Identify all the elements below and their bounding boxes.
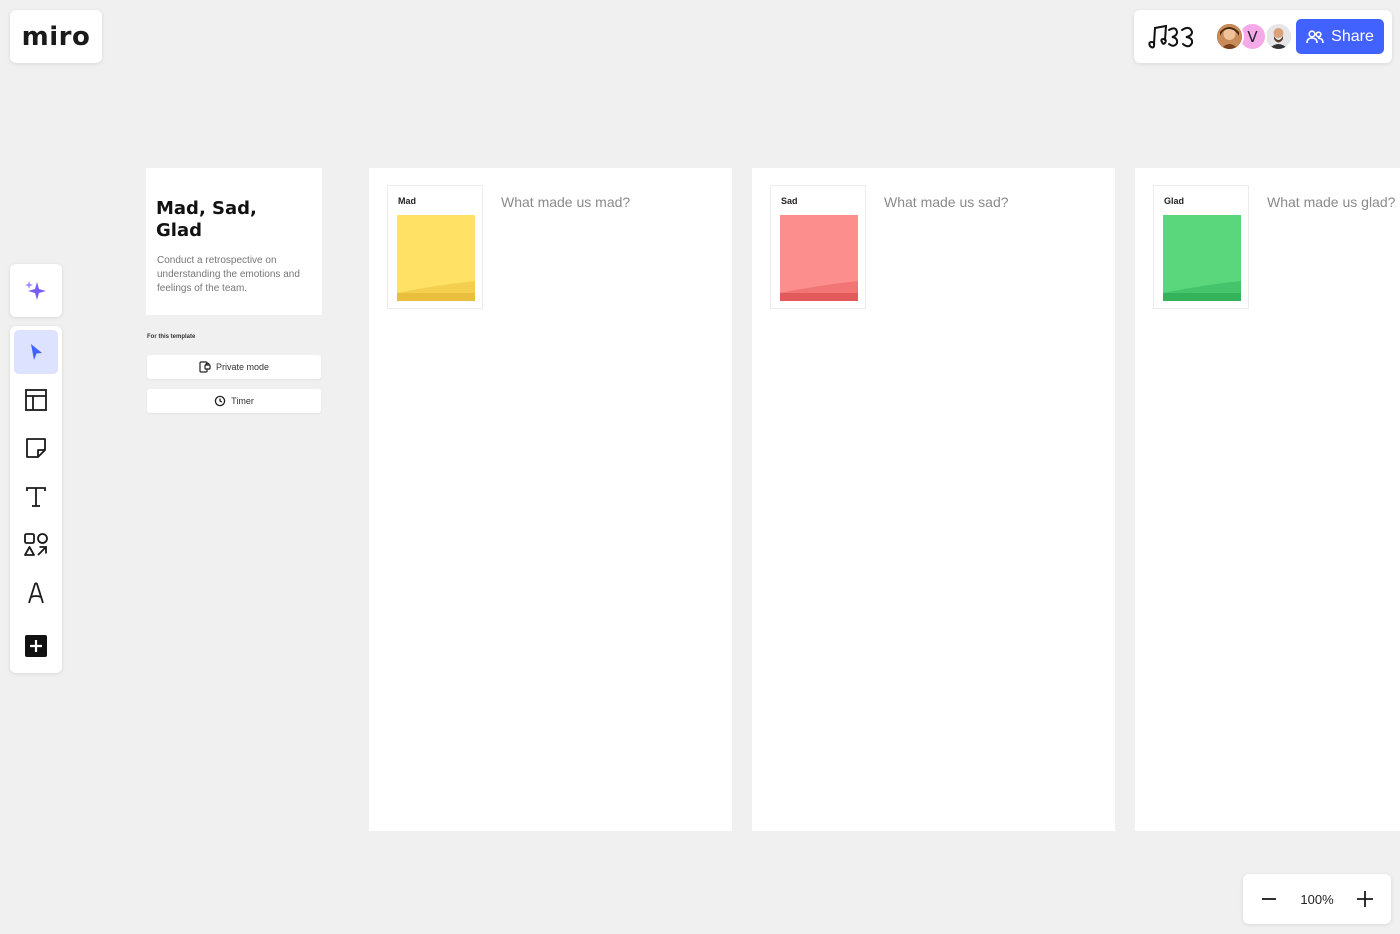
template-title: Mad, Sad, Glad — [156, 198, 257, 241]
main-toolbar — [10, 326, 62, 673]
private-mode-label: Private mode — [215, 362, 270, 372]
cursor-icon — [31, 344, 42, 360]
column-question: What made us glad? — [1267, 194, 1396, 210]
sticky-note-stack[interactable] — [397, 215, 475, 301]
share-label: Share — [1331, 27, 1374, 45]
avatar[interactable] — [1264, 22, 1293, 51]
pen-tool[interactable] — [14, 571, 58, 615]
sticky-note-icon — [26, 438, 46, 458]
column-header-card[interactable]: Sad — [770, 185, 866, 309]
column-sad[interactable]: Sad What made us sad? — [752, 168, 1115, 831]
zoom-out-button[interactable] — [1257, 887, 1281, 911]
more-tools-button[interactable] — [14, 624, 58, 668]
users-icon — [1306, 29, 1324, 43]
layout-icon — [25, 389, 47, 411]
for-this-template-label: For this template — [147, 334, 196, 340]
column-label: Sad — [781, 196, 798, 206]
plus-icon — [1357, 891, 1373, 907]
private-mode-icon — [199, 361, 211, 373]
column-mad[interactable]: Mad What made us mad? — [369, 168, 732, 831]
sticky-note-stack[interactable] — [780, 215, 858, 301]
avatar-initial: V — [1247, 27, 1258, 46]
logo-text: miro — [21, 21, 91, 52]
column-header-card[interactable]: Mad — [387, 185, 483, 309]
sticky-note-stack[interactable] — [1163, 215, 1241, 301]
sticky-note-tool[interactable] — [14, 426, 58, 470]
template-info-card: Mad, Sad, Glad Conduct a retrospective o… — [146, 168, 322, 315]
share-button[interactable]: Share — [1296, 19, 1384, 54]
avatar[interactable] — [1215, 22, 1244, 51]
private-mode-button[interactable]: Private mode — [147, 355, 321, 379]
templates-tool[interactable] — [14, 378, 58, 422]
zoom-control: 100% — [1243, 874, 1391, 924]
select-tool[interactable] — [14, 330, 58, 374]
text-icon — [26, 487, 46, 507]
column-question: What made us mad? — [501, 194, 631, 210]
board-header-right: V Share — [1134, 10, 1392, 63]
text-tool[interactable] — [14, 475, 58, 519]
timer-button[interactable]: Timer — [147, 389, 321, 413]
timer-icon — [214, 395, 226, 407]
timer-label: Timer — [231, 396, 254, 406]
sparkle-icon — [25, 280, 46, 300]
column-label: Glad — [1164, 196, 1185, 206]
template-description: Conduct a retrospective on understanding… — [157, 255, 300, 294]
column-glad[interactable]: Glad What made us glad? — [1135, 168, 1400, 831]
minus-icon — [1262, 898, 1276, 900]
zoom-in-button[interactable] — [1353, 887, 1377, 911]
board-name-glyph[interactable] — [1146, 22, 1198, 52]
miro-logo[interactable]: miro — [10, 10, 102, 63]
pen-icon — [28, 582, 44, 604]
plus-square-icon — [25, 635, 47, 657]
column-label: Mad — [398, 196, 416, 206]
shapes-icon — [24, 533, 48, 556]
column-question: What made us sad? — [884, 194, 1009, 210]
zoom-level[interactable]: 100% — [1300, 892, 1333, 907]
column-header-card[interactable]: Glad — [1153, 185, 1249, 309]
shapes-tool[interactable] — [14, 523, 58, 567]
ai-assist-button[interactable] — [10, 264, 62, 317]
